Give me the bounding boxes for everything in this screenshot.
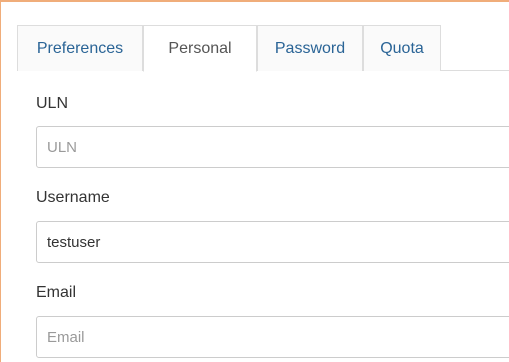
username-field[interactable]	[36, 221, 509, 263]
uln-field[interactable]	[36, 126, 509, 168]
tab-quota[interactable]: Quota	[363, 25, 441, 71]
settings-panel: Preferences Personal Password Quota ULN …	[0, 0, 509, 362]
tab-password[interactable]: Password	[257, 25, 363, 71]
tab-bar: Preferences Personal Password Quota	[17, 25, 509, 72]
username-label: Username	[36, 189, 110, 206]
email-label: Email	[36, 284, 77, 301]
email-field[interactable]	[36, 316, 509, 358]
uln-label: ULN	[36, 95, 69, 112]
tab-personal[interactable]: Personal	[143, 25, 257, 72]
tab-preferences[interactable]: Preferences	[17, 25, 143, 71]
